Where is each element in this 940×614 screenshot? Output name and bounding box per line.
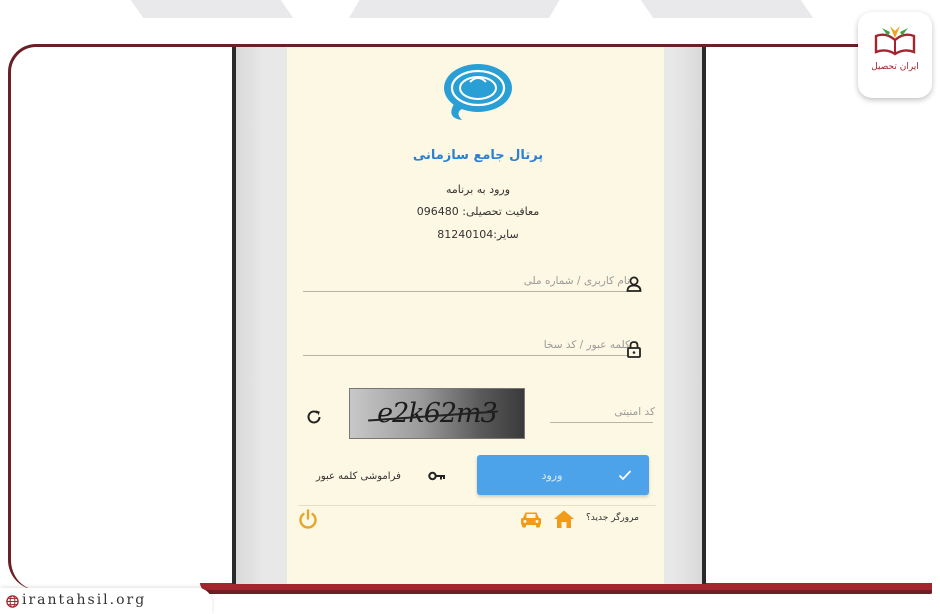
refresh-icon[interactable]: [305, 408, 323, 426]
badge-label: ایران تحصیل: [871, 62, 919, 72]
login-subtitle: ورود به برنامه: [445, 183, 511, 196]
key-icon: [428, 471, 445, 481]
captcha-image: e2k62m3: [349, 388, 525, 439]
watermark-shape: [116, 0, 294, 18]
watermark-shape: [626, 0, 814, 18]
divider: [298, 505, 656, 506]
other-code: سایر:81240104: [437, 228, 519, 241]
home-icon[interactable]: [553, 509, 575, 529]
password-input[interactable]: [303, 333, 632, 357]
site-url: irantahsil.org: [22, 592, 147, 608]
forgot-password-link[interactable]: فراموشی کلمه عبور: [316, 471, 401, 482]
portal-title: پرتال جامع سازمانی: [412, 148, 544, 163]
globe-icon: [6, 595, 19, 608]
card-bottom-bar-dark: [200, 590, 932, 594]
login-button-label: ورود: [541, 469, 563, 482]
watermark-shape: [349, 0, 571, 18]
username-input[interactable]: [303, 269, 632, 293]
power-icon[interactable]: [297, 508, 319, 530]
user-icon: [626, 276, 642, 292]
login-screen: [287, 47, 664, 584]
portal-logo-icon: [444, 64, 512, 120]
password-field: [303, 333, 632, 357]
book-logo-icon: [874, 26, 916, 56]
lock-icon: [627, 341, 641, 358]
security-code-field: [550, 400, 657, 424]
new-browser-label: مرورگر جدید؟: [586, 513, 639, 523]
login-button[interactable]: ورود: [477, 455, 649, 495]
education-code: معافیت تحصیلی: 096480: [416, 205, 540, 218]
car-icon[interactable]: [519, 510, 543, 528]
check-icon: [618, 470, 632, 481]
security-code-input[interactable]: [550, 400, 657, 424]
username-field: [303, 269, 632, 293]
irantahsil-badge: ایران تحصیل: [858, 12, 932, 98]
site-label: irantahsil.org: [0, 588, 212, 614]
